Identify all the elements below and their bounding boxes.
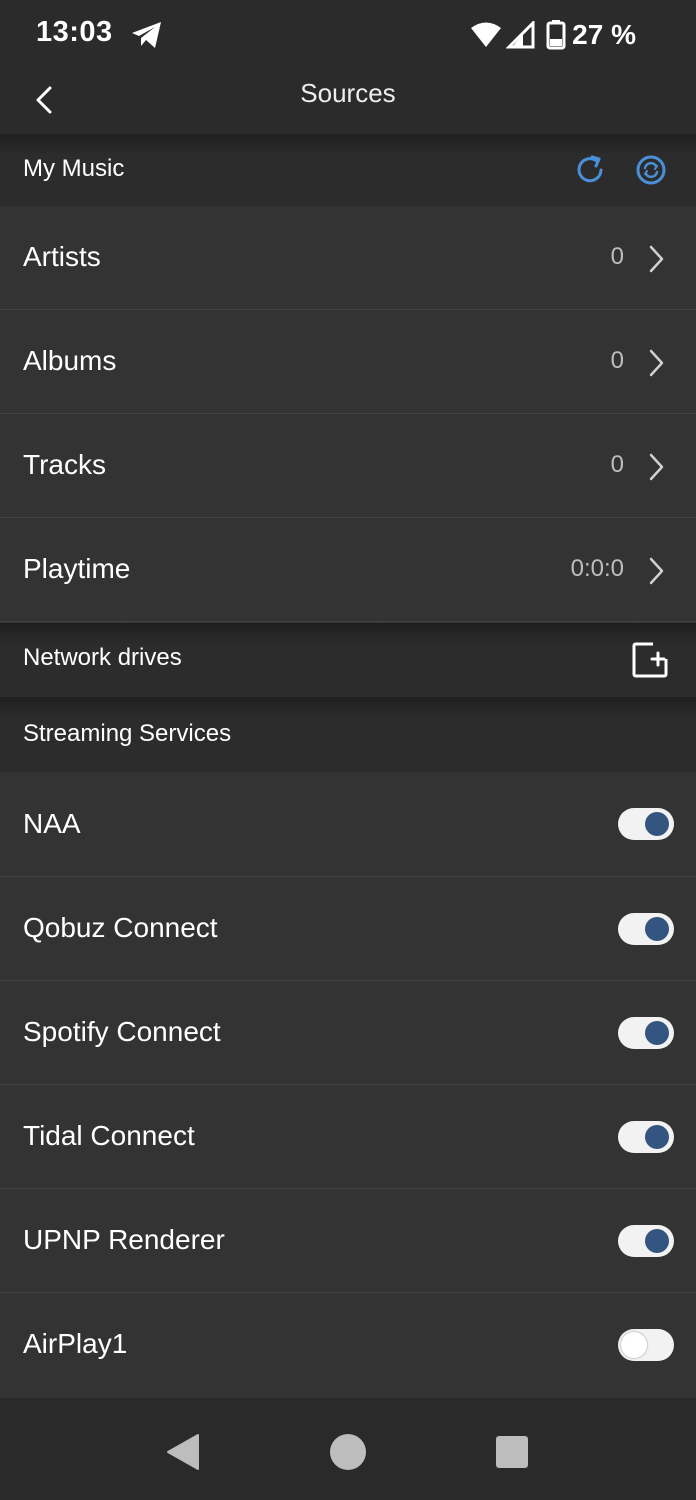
- list-item-airplay1: AirPlay1: [0, 1293, 696, 1398]
- row-label: AirPlay1: [23, 1328, 128, 1359]
- back-triangle-icon: [167, 1434, 199, 1470]
- add-drive-button[interactable]: [630, 640, 670, 680]
- chevron-right-icon: [649, 349, 664, 377]
- refresh-arrow-icon: [577, 155, 603, 183]
- toggle-spotify-connect[interactable]: [618, 1017, 674, 1049]
- section-label: Streaming Services: [23, 720, 232, 747]
- home-circle-icon: [330, 1434, 366, 1470]
- row-label: Tidal Connect: [23, 1120, 195, 1151]
- row-label: Spotify Connect: [23, 1016, 221, 1047]
- section-header-streaming: Streaming Services: [0, 697, 696, 772]
- row-label: Albums: [23, 345, 117, 376]
- list-item-spotify-connect: Spotify Connect: [0, 981, 696, 1085]
- telegram-icon: [132, 22, 161, 48]
- toggle-knob: [621, 1332, 647, 1358]
- battery-percent: 27 %: [572, 19, 636, 50]
- chevron-right-icon: [649, 453, 664, 481]
- list-item-playtime[interactable]: Playtime 0:0:0: [0, 519, 696, 622]
- status-time: 13:03: [36, 16, 113, 48]
- row-value: 0: [610, 243, 624, 270]
- toggle-tidal-connect[interactable]: [618, 1121, 674, 1153]
- nav-recents-button[interactable]: [492, 1432, 532, 1472]
- row-label: NAA: [23, 808, 81, 839]
- chevron-right-icon: [649, 557, 664, 585]
- list-item-naa: NAA: [0, 772, 696, 877]
- wifi-icon: [471, 22, 502, 47]
- status-icons: 27 %: [470, 18, 636, 52]
- section-label: Network drives: [23, 644, 182, 671]
- row-value: 0: [610, 451, 624, 478]
- list-item-albums[interactable]: Albums 0: [0, 311, 696, 414]
- sync-icon[interactable]: [570, 150, 610, 190]
- toggle-naa[interactable]: [618, 808, 674, 840]
- nav-back-button[interactable]: [162, 1432, 202, 1472]
- row-label: Artists: [23, 241, 101, 272]
- toggle-knob: [645, 812, 669, 836]
- list-item-qobuz-connect: Qobuz Connect: [0, 877, 696, 981]
- toggle-knob: [645, 1229, 669, 1253]
- row-label: Tracks: [23, 449, 106, 480]
- recents-square-icon: [496, 1436, 528, 1468]
- list-item-tidal-connect: Tidal Connect: [0, 1085, 696, 1189]
- signal-icon: [506, 21, 535, 49]
- toggle-qobuz-connect[interactable]: [618, 913, 674, 945]
- section-header-network-drives: Network drives: [0, 623, 696, 697]
- row-value: 0:0:0: [570, 555, 624, 582]
- row-label: Playtime: [23, 553, 131, 584]
- page-title: Sources: [300, 78, 396, 108]
- row-label: UPNP Renderer: [23, 1224, 225, 1255]
- section-label: My Music: [23, 155, 125, 182]
- nav-home-button[interactable]: [328, 1432, 368, 1472]
- toggle-knob: [645, 1125, 669, 1149]
- status-bar: 13:03 27 %: [0, 0, 696, 66]
- sync-circle-icon[interactable]: [631, 150, 671, 190]
- app-bar: Sources: [0, 66, 696, 134]
- section-header-my-music: My Music: [0, 134, 696, 206]
- toggle-knob: [645, 917, 669, 941]
- chevron-right-icon: [649, 245, 664, 273]
- row-label: Qobuz Connect: [23, 912, 218, 943]
- toggle-knob: [645, 1021, 669, 1045]
- list-item-tracks[interactable]: Tracks 0: [0, 415, 696, 518]
- system-nav-bar: [0, 1398, 696, 1500]
- list-item-upnp-renderer: UPNP Renderer: [0, 1189, 696, 1293]
- list-item-artists[interactable]: Artists 0: [0, 207, 696, 310]
- sync-circle-glyph-icon: [636, 155, 666, 185]
- battery-icon: [546, 20, 566, 50]
- row-value: 0: [610, 347, 624, 374]
- add-drive-icon: [632, 642, 668, 678]
- toggle-upnp-renderer[interactable]: [618, 1225, 674, 1257]
- toggle-airplay1[interactable]: [618, 1329, 674, 1361]
